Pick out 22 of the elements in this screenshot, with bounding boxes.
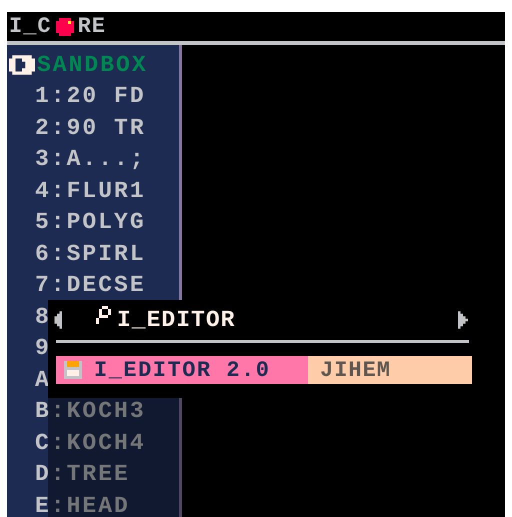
sidebar-item[interactable]: B:KOCH3 xyxy=(35,398,146,424)
sidebar-item[interactable]: 7:DECSE xyxy=(35,272,146,298)
app-title: RE xyxy=(78,14,106,39)
apple-icon xyxy=(56,18,74,36)
sidebar-item[interactable]: C:KOCH4 xyxy=(35,430,146,456)
sidebar-item[interactable]: 8 xyxy=(35,304,51,330)
search-icon xyxy=(96,306,111,324)
sidebar-item[interactable]: 3:A...; xyxy=(35,146,146,172)
app-title: I_C xyxy=(9,14,52,39)
sidebar-item[interactable]: E:HEAD xyxy=(35,492,130,517)
right-arrow-icon[interactable] xyxy=(458,311,468,329)
sidebar-item[interactable]: A xyxy=(35,366,51,393)
sidebar-item[interactable]: 4:FLUR1 xyxy=(35,178,146,204)
sidebar-item[interactable]: 6:SPIRL xyxy=(35,240,146,267)
left-arrow-icon[interactable] xyxy=(52,311,62,329)
sidebar-item[interactable]: 5:POLYG xyxy=(35,209,146,236)
cart-author: JIHEM xyxy=(320,358,392,382)
sidebar-item[interactable]: D:TREE xyxy=(35,461,130,488)
sidebar-item[interactable]: 1:20 FD xyxy=(35,83,146,110)
sidebar-item[interactable]: 2:90 TR xyxy=(35,114,146,141)
sidebar-item[interactable]: 9 xyxy=(35,335,51,362)
cart-title: I_EDITOR 2.0 xyxy=(94,358,270,382)
